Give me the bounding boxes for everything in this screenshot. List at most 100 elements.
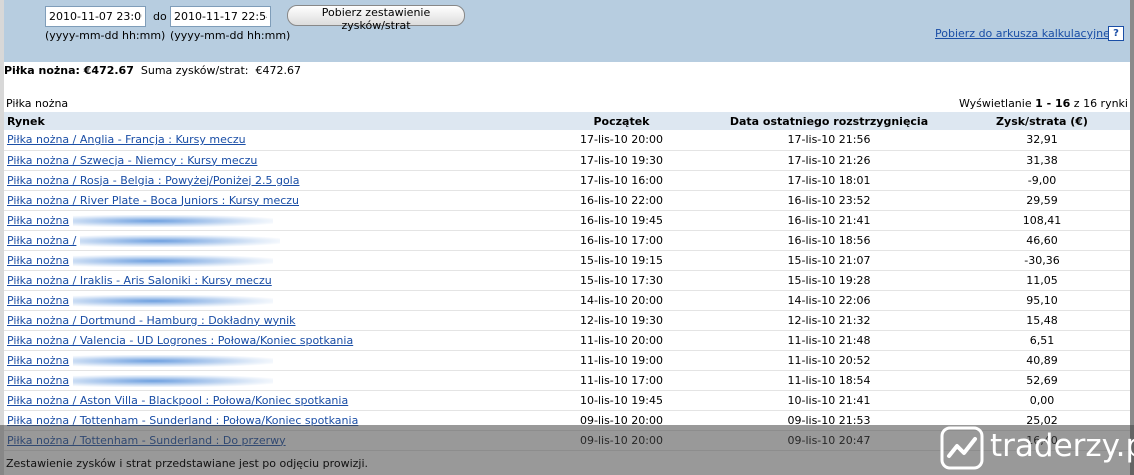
profit-loss-cell: 6,51 xyxy=(954,330,1130,351)
pager-prefix: Wyświetlanie xyxy=(958,97,1036,110)
market-link[interactable]: Piłka nożna xyxy=(7,254,69,267)
market-link[interactable]: Piłka nożna xyxy=(7,354,69,367)
pager-range: 1 - 16 xyxy=(1035,97,1071,110)
profit-loss-cell: 52,69 xyxy=(954,370,1130,391)
market-link[interactable]: Piłka nożna xyxy=(7,374,69,387)
settled-time-cell: 17-lis-10 18:01 xyxy=(704,170,954,191)
profit-loss-cell: -9,00 xyxy=(954,170,1130,191)
market-cell: Piłka nożna / Iraklis - Aris Saloniki : … xyxy=(4,270,539,291)
profit-loss-cell: 108,41 xyxy=(954,210,1130,231)
market-cell: Piłka nożna / xyxy=(4,230,539,251)
table-row: Piłka nożna / Aston Villa - Blackpool : … xyxy=(4,390,1130,411)
redacted-blur xyxy=(73,374,274,387)
profit-loss-cell: 15,48 xyxy=(954,310,1130,331)
start-time-cell: 14-lis-10 20:00 xyxy=(539,290,704,311)
watermark-text: traderzy.pl xyxy=(990,428,1134,464)
market-link[interactable]: Piłka nożna / River Plate - Boca Juniors… xyxy=(7,194,299,207)
profit-loss-cell: 46,60 xyxy=(954,230,1130,251)
table-row: Piłka nożna 15-lis-10 19:15 15-lis-10 21:0… xyxy=(4,250,1130,271)
market-link[interactable]: Piłka nożna / Valencia - UD Logrones : P… xyxy=(7,334,353,347)
settled-time-cell: 11-lis-10 21:48 xyxy=(704,330,954,351)
market-cell: Piłka nożna xyxy=(4,350,539,371)
settled-time-cell: 17-lis-10 21:56 xyxy=(704,130,954,151)
market-link[interactable]: Piłka nożna / Dortmund - Hamburg : Dokła… xyxy=(7,314,296,327)
column-header-market[interactable]: Rynek xyxy=(4,112,539,130)
settled-time-cell: 15-lis-10 19:28 xyxy=(704,270,954,291)
column-header-settled[interactable]: Data ostatniego rozstrzygnięcia xyxy=(704,112,954,130)
start-time-cell: 12-lis-10 19:30 xyxy=(539,310,704,331)
section-title: Piłka nożna xyxy=(6,97,69,110)
start-time-cell: 16-lis-10 19:45 xyxy=(539,210,704,231)
start-time-cell: 17-lis-10 20:00 xyxy=(539,130,704,151)
settled-time-cell: 11-lis-10 20:52 xyxy=(704,350,954,371)
settled-time-cell: 10-lis-10 21:41 xyxy=(704,390,954,411)
settled-time-cell: 16-lis-10 18:56 xyxy=(704,230,954,251)
market-cell: Piłka nożna xyxy=(4,370,539,391)
start-time-cell: 15-lis-10 17:30 xyxy=(539,270,704,291)
table-row: Piłka nożna / River Plate - Boca Juniors… xyxy=(4,190,1130,211)
table-row: Piłka nożna / Szwecja - Niemcy : Kursy m… xyxy=(4,150,1130,171)
table-row: Piłka nożna / 16-lis-10 17:00 16-lis-10 18… xyxy=(4,230,1130,251)
column-header-profit-loss[interactable]: Zysk/strata (€) xyxy=(954,112,1130,130)
market-link[interactable]: Piłka nożna / xyxy=(7,234,76,247)
market-cell: Piłka nożna xyxy=(4,250,539,271)
settled-time-cell: 11-lis-10 18:54 xyxy=(704,370,954,391)
table-body: Piłka nożna / Anglia - Francja : Kursy m… xyxy=(4,130,1130,451)
redacted-blur xyxy=(80,234,281,247)
date-to-input[interactable] xyxy=(170,6,271,27)
table-row: Piłka nożna 11-lis-10 17:00 11-lis-10 18:5… xyxy=(4,370,1130,391)
table-row: Piłka nożna / Iraklis - Aris Saloniki : … xyxy=(4,270,1130,291)
settled-time-cell: 15-lis-10 21:07 xyxy=(704,250,954,271)
redacted-blur xyxy=(73,354,274,367)
market-cell: Piłka nożna / River Plate - Boca Juniors… xyxy=(4,190,539,211)
start-time-cell: 15-lis-10 19:15 xyxy=(539,250,704,271)
market-link[interactable]: Piłka nożna / Anglia - Francja : Kursy m… xyxy=(7,133,246,146)
table-row: Piłka nożna / Rosja - Belgia : Powyżej/P… xyxy=(4,170,1130,191)
date-to-format-hint: (yyyy-mm-dd hh:mm) xyxy=(170,29,291,42)
table-row: Piłka nożna 11-lis-10 19:00 11-lis-10 20:5… xyxy=(4,350,1130,371)
start-time-cell: 17-lis-10 19:30 xyxy=(539,150,704,171)
redacted-blur xyxy=(73,254,274,267)
date-from-input[interactable] xyxy=(45,6,146,27)
total-label: Suma zysków/strat: xyxy=(140,64,249,77)
pagination-info: Wyświetlanie 1 - 16 z 16 rynki xyxy=(959,97,1128,110)
settled-time-cell: 17-lis-10 21:26 xyxy=(704,150,954,171)
table-row: Piłka nożna 14-lis-10 20:00 14-lis-10 22:0… xyxy=(4,290,1130,311)
redacted-blur xyxy=(73,294,274,307)
traderzy-logo-icon xyxy=(940,426,984,470)
table-row: Piłka nożna / Dortmund - Hamburg : Dokła… xyxy=(4,310,1130,331)
market-link[interactable]: Piłka nożna xyxy=(7,294,69,307)
spreadsheet-export-link[interactable]: Pobierz do arkusza kalkulacyjnego xyxy=(935,27,1124,40)
sport-total: Piłka nożna: €472.67 xyxy=(4,64,134,77)
market-cell: Piłka nożna / Szwecja - Niemcy : Kursy m… xyxy=(4,150,539,171)
column-header-start[interactable]: Początek xyxy=(539,112,704,130)
market-link[interactable]: Piłka nożna / Szwecja - Niemcy : Kursy m… xyxy=(7,154,257,167)
profit-loss-cell: 32,91 xyxy=(954,130,1130,151)
market-link[interactable]: Piłka nożna / Aston Villa - Blackpool : … xyxy=(7,394,348,407)
market-cell: Piłka nożna / Aston Villa - Blackpool : … xyxy=(4,390,539,411)
market-cell: Piłka nożna / Anglia - Francja : Kursy m… xyxy=(4,130,539,151)
pager-suffix: z 16 rynki xyxy=(1070,97,1128,110)
profit-loss-cell: 29,59 xyxy=(954,190,1130,211)
market-cell: Piłka nożna xyxy=(4,290,539,311)
profit-loss-cell: 31,38 xyxy=(954,150,1130,171)
market-link[interactable]: Piłka nożna / Iraklis - Aris Saloniki : … xyxy=(7,274,272,287)
market-cell: Piłka nożna xyxy=(4,210,539,231)
window-scrollbar[interactable] xyxy=(1130,0,1134,475)
start-time-cell: 17-lis-10 16:00 xyxy=(539,170,704,191)
market-cell: Piłka nożna / Dortmund - Hamburg : Dokła… xyxy=(4,310,539,331)
start-time-cell: 11-lis-10 17:00 xyxy=(539,370,704,391)
date-filter-bar: do Pobierz zestawienie zysków/strat (yyy… xyxy=(4,0,1130,62)
start-time-cell: 16-lis-10 22:00 xyxy=(539,190,704,211)
to-label: do xyxy=(153,10,167,23)
market-link[interactable]: Piłka nożna / Rosja - Belgia : Powyżej/P… xyxy=(7,174,299,187)
fetch-report-button[interactable]: Pobierz zestawienie zysków/strat xyxy=(287,5,465,32)
profit-loss-cell: -30,36 xyxy=(954,250,1130,271)
settled-time-cell: 14-lis-10 22:06 xyxy=(704,290,954,311)
market-link[interactable]: Piłka nożna xyxy=(7,214,69,227)
table-row: Piłka nożna / Valencia - UD Logrones : P… xyxy=(4,330,1130,351)
start-time-cell: 11-lis-10 19:00 xyxy=(539,350,704,371)
table-row: Piłka nożna 16-lis-10 19:45 16-lis-10 21:4… xyxy=(4,210,1130,231)
help-icon[interactable]: ? xyxy=(1108,26,1124,41)
table-row: Piłka nożna / Anglia - Francja : Kursy m… xyxy=(4,130,1130,151)
